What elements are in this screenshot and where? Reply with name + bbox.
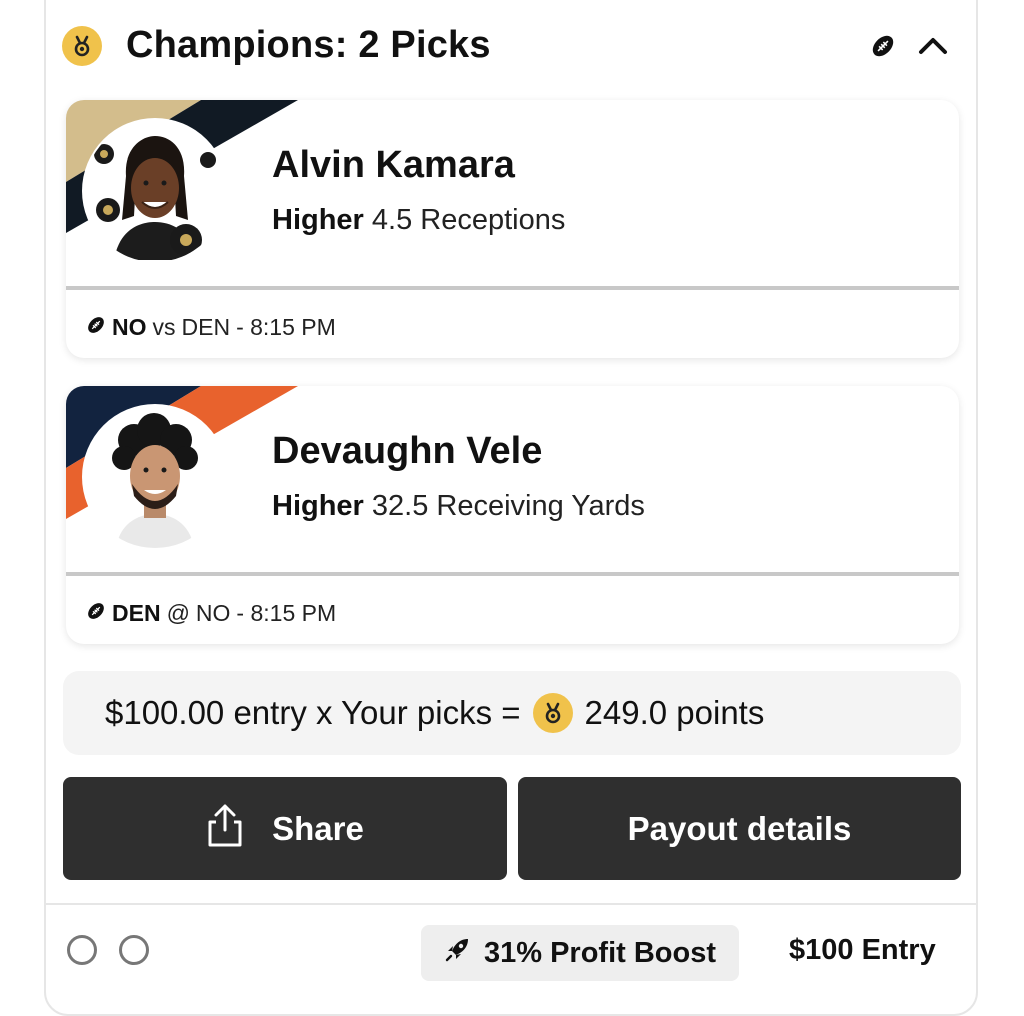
- medal-icon: [532, 693, 573, 733]
- footer-divider: [44, 903, 978, 905]
- payout-details-button[interactable]: Payout details: [518, 777, 961, 880]
- pick-status-dot: [67, 935, 97, 965]
- game-info: NO vs DEN - 8:15 PM: [86, 314, 336, 341]
- share-label: Share: [272, 809, 364, 847]
- pick-line: Higher 4.5 Receptions: [272, 204, 565, 237]
- pick-stat: 32.5 Receiving Yards: [371, 490, 645, 522]
- opponent-abbr: DEN: [181, 314, 231, 340]
- matchup-sep: vs: [152, 314, 176, 340]
- payout-label: Payout details: [627, 809, 852, 847]
- pick-status-dot: [119, 935, 149, 965]
- divider: [66, 572, 959, 576]
- game-time: - 8:15 PM: [236, 600, 337, 626]
- pick-line: Higher 32.5 Receiving Yards: [272, 490, 645, 523]
- entry-header: Champions: 2 Picks: [62, 22, 962, 72]
- medal-icon: [62, 26, 102, 66]
- profit-boost-badge: 31% Profit Boost: [421, 925, 739, 981]
- team-abbr: NO: [112, 314, 147, 340]
- matchup-sep: @: [166, 600, 190, 626]
- pick-card[interactable]: Alvin Kamara Higher 4.5 Receptions NO vs…: [66, 100, 959, 358]
- pick-direction: Higher: [272, 204, 364, 236]
- player-name: Alvin Kamara: [272, 144, 515, 186]
- game-time: - 8:15 PM: [236, 314, 336, 340]
- football-icon: [870, 33, 896, 64]
- page-title: Champions: 2 Picks: [126, 24, 491, 66]
- pick-direction: Higher: [272, 490, 364, 522]
- points-value: 249.0 points: [584, 694, 765, 731]
- player-avatar: [84, 120, 226, 262]
- payout-summary: $100.00 entry x Your picks = 249.0 point…: [63, 671, 961, 755]
- game-info: DEN @ NO - 8:15 PM: [86, 600, 336, 627]
- boost-label: 31% Profit Boost: [483, 936, 717, 969]
- share-button[interactable]: Share: [63, 777, 507, 880]
- entry-amount: $100 Entry: [789, 934, 936, 966]
- divider: [66, 286, 959, 290]
- team-abbr: DEN: [112, 600, 161, 626]
- football-icon: [86, 600, 106, 627]
- pick-stat: 4.5 Receptions: [371, 204, 566, 236]
- entry-formula: $100.00 entry x Your picks =: [105, 694, 521, 731]
- pick-card[interactable]: Devaughn Vele Higher 32.5 Receiving Yard…: [66, 386, 959, 644]
- rocket-icon: [444, 935, 472, 971]
- player-name: Devaughn Vele: [272, 430, 543, 472]
- football-icon: [86, 314, 106, 341]
- share-icon: [206, 802, 244, 856]
- opponent-abbr: NO: [195, 600, 231, 626]
- player-avatar: [84, 406, 226, 548]
- chevron-up-icon[interactable]: [916, 28, 950, 67]
